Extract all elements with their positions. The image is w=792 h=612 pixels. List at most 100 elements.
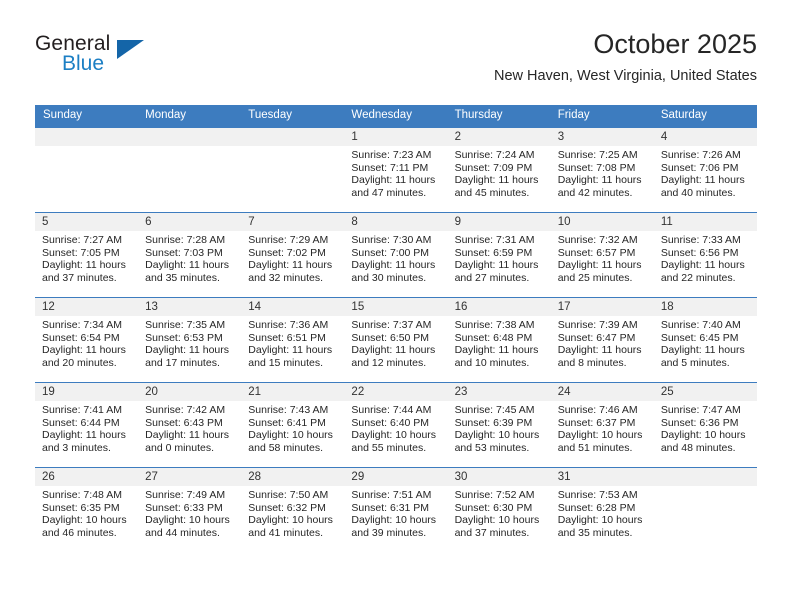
day-cell-content: 21 Sunrise: 7:43 AM Sunset: 6:41 PM Dayligh… xyxy=(241,383,345,467)
day-cell-content: 1 Sunrise: 7:23 AM Sunset: 7:11 PM Daylight… xyxy=(344,128,448,212)
daylight-text-line2: and 53 minutes. xyxy=(454,441,530,454)
calendar-day-cell[interactable]: 25 Sunrise: 7:47 AM Sunset: 6:36 PM Dayligh… xyxy=(653,382,757,468)
general-blue-logo[interactable]: General Blue xyxy=(35,32,195,88)
daylight-text-line2: and 3 minutes. xyxy=(42,441,111,454)
sunset-text: Sunset: 6:36 PM xyxy=(660,416,739,429)
day-number: 31 xyxy=(550,468,654,486)
calendar-day-cell[interactable]: 19 Sunrise: 7:41 AM Sunset: 6:44 PM Dayligh… xyxy=(35,382,139,468)
calendar-day-cell[interactable]: 2 Sunrise: 7:24 AM Sunset: 7:09 PM Daylight… xyxy=(447,127,551,213)
day-details: Sunrise: 7:24 AM Sunset: 7:09 PM Daylight:… xyxy=(448,146,551,199)
calendar-day-cell[interactable]: 9 Sunrise: 7:31 AM Sunset: 6:59 PM Daylight… xyxy=(447,212,551,298)
weekday-header-monday: Monday xyxy=(138,105,242,128)
sunrise-text: Sunrise: 7:24 AM xyxy=(454,149,535,161)
day-number: 29 xyxy=(344,468,448,486)
day-details: Sunrise: 7:43 AM Sunset: 6:41 PM Daylight:… xyxy=(241,401,344,454)
day-details: Sunrise: 7:33 AM Sunset: 6:56 PM Daylight:… xyxy=(654,231,757,284)
calendar-day-cell[interactable]: 27 Sunrise: 7:49 AM Sunset: 6:33 PM Dayligh… xyxy=(138,467,242,552)
sunrise-text: Sunrise: 7:28 AM xyxy=(145,234,226,246)
calendar-day-cell[interactable]: 18 Sunrise: 7:40 AM Sunset: 6:45 PM Dayligh… xyxy=(653,297,757,383)
daylight-text-line1: Daylight: 11 hours xyxy=(557,259,642,272)
day-number: 27 xyxy=(138,468,242,486)
daylight-text-line1: Daylight: 11 hours xyxy=(248,259,333,272)
calendar-day-cell[interactable]: 26 Sunrise: 7:48 AM Sunset: 6:35 PM Dayligh… xyxy=(35,467,139,552)
sunset-text: Sunset: 6:56 PM xyxy=(660,246,739,259)
calendar-day-cell[interactable]: 14 Sunrise: 7:36 AM Sunset: 6:51 PM Dayligh… xyxy=(241,297,345,383)
calendar-day-cell[interactable]: 11 Sunrise: 7:33 AM Sunset: 6:56 PM Dayligh… xyxy=(653,212,757,298)
calendar-day-cell[interactable]: 17 Sunrise: 7:39 AM Sunset: 6:47 PM Dayligh… xyxy=(550,297,654,383)
day-number xyxy=(653,468,757,486)
calendar-day-cell[interactable]: 21 Sunrise: 7:43 AM Sunset: 6:41 PM Dayligh… xyxy=(241,382,345,468)
daylight-text-line1: Daylight: 10 hours xyxy=(248,429,333,442)
day-cell-content: 9 Sunrise: 7:31 AM Sunset: 6:59 PM Daylight… xyxy=(447,213,551,297)
daylight-text-line1: Daylight: 11 hours xyxy=(660,174,745,187)
daylight-text-line1: Daylight: 10 hours xyxy=(351,514,437,527)
calendar-day-cell[interactable]: 13 Sunrise: 7:35 AM Sunset: 6:53 PM Dayligh… xyxy=(138,297,242,383)
daylight-text-line2: and 55 minutes. xyxy=(351,441,427,454)
sunset-text: Sunset: 6:43 PM xyxy=(145,416,223,429)
calendar-day-cell[interactable]: 10 Sunrise: 7:32 AM Sunset: 6:57 PM Dayligh… xyxy=(550,212,654,298)
sunrise-text: Sunrise: 7:48 AM xyxy=(42,489,122,501)
calendar-day-cell[interactable]: 28 Sunrise: 7:50 AM Sunset: 6:32 PM Dayligh… xyxy=(241,467,345,552)
day-number: 3 xyxy=(550,128,654,146)
day-number: 15 xyxy=(344,298,448,316)
day-details: Sunrise: 7:36 AM Sunset: 6:51 PM Daylight:… xyxy=(241,316,344,369)
daylight-text-line2: and 25 minutes. xyxy=(557,271,633,284)
calendar-day-cell[interactable]: 29 Sunrise: 7:51 AM Sunset: 6:31 PM Dayligh… xyxy=(344,467,448,552)
daylight-text-line2: and 48 minutes. xyxy=(660,441,736,454)
day-details: Sunrise: 7:28 AM Sunset: 7:03 PM Daylight:… xyxy=(138,231,241,284)
sunrise-text: Sunrise: 7:50 AM xyxy=(248,489,329,501)
calendar-day-cell[interactable]: 4 Sunrise: 7:26 AM Sunset: 7:06 PM Daylight… xyxy=(653,127,757,213)
daylight-text-line2: and 37 minutes. xyxy=(454,526,530,539)
calendar-day-cell[interactable]: 16 Sunrise: 7:38 AM Sunset: 6:48 PM Dayligh… xyxy=(447,297,551,383)
day-number: 23 xyxy=(447,383,551,401)
daylight-text-line2: and 30 minutes. xyxy=(351,271,427,284)
day-cell-content: 22 Sunrise: 7:44 AM Sunset: 6:40 PM Dayligh… xyxy=(344,383,448,467)
day-cell-content: 16 Sunrise: 7:38 AM Sunset: 6:48 PM Dayligh… xyxy=(447,298,551,382)
daylight-text-line1: Daylight: 11 hours xyxy=(557,174,642,187)
calendar-day-cell-empty xyxy=(138,127,242,213)
calendar-body: 1 Sunrise: 7:23 AM Sunset: 7:11 PM Daylight… xyxy=(35,127,757,552)
calendar-day-cell[interactable]: 20 Sunrise: 7:42 AM Sunset: 6:43 PM Dayligh… xyxy=(138,382,242,468)
day-details: Sunrise: 7:47 AM Sunset: 6:36 PM Daylight:… xyxy=(654,401,757,454)
day-details: Sunrise: 7:34 AM Sunset: 6:54 PM Daylight:… xyxy=(35,316,138,369)
calendar-day-cell[interactable]: 23 Sunrise: 7:45 AM Sunset: 6:39 PM Dayligh… xyxy=(447,382,551,468)
day-cell-content: 6 Sunrise: 7:28 AM Sunset: 7:03 PM Daylight… xyxy=(138,213,242,297)
day-details: Sunrise: 7:52 AM Sunset: 6:30 PM Daylight:… xyxy=(448,486,551,539)
day-number: 30 xyxy=(447,468,551,486)
calendar-day-cell[interactable]: 24 Sunrise: 7:46 AM Sunset: 6:37 PM Dayligh… xyxy=(550,382,654,468)
daylight-text-line2: and 40 minutes. xyxy=(660,186,736,199)
calendar-day-cell[interactable]: 8 Sunrise: 7:30 AM Sunset: 7:00 PM Daylight… xyxy=(344,212,448,298)
calendar-week-row: 1 Sunrise: 7:23 AM Sunset: 7:11 PM Daylight… xyxy=(35,127,757,213)
daylight-text-line2: and 47 minutes. xyxy=(351,186,427,199)
calendar-day-cell[interactable]: 30 Sunrise: 7:52 AM Sunset: 6:30 PM Dayligh… xyxy=(447,467,551,552)
daylight-text-line1: Daylight: 11 hours xyxy=(557,344,642,357)
daylight-text-line1: Daylight: 10 hours xyxy=(454,514,540,527)
calendar-day-cell[interactable]: 22 Sunrise: 7:44 AM Sunset: 6:40 PM Dayligh… xyxy=(344,382,448,468)
calendar-day-cell[interactable]: 3 Sunrise: 7:25 AM Sunset: 7:08 PM Daylight… xyxy=(550,127,654,213)
calendar-day-cell[interactable]: 12 Sunrise: 7:34 AM Sunset: 6:54 PM Dayligh… xyxy=(35,297,139,383)
calendar-day-cell[interactable]: 15 Sunrise: 7:37 AM Sunset: 6:50 PM Dayligh… xyxy=(344,297,448,383)
sunrise-text: Sunrise: 7:43 AM xyxy=(248,404,329,416)
sunset-text: Sunset: 6:53 PM xyxy=(145,331,223,344)
calendar-day-cell[interactable]: 7 Sunrise: 7:29 AM Sunset: 7:02 PM Daylight… xyxy=(241,212,345,298)
weekday-header-thursday: Thursday xyxy=(447,105,551,128)
daylight-text-line2: and 41 minutes. xyxy=(248,526,323,539)
blue-triangle-icon xyxy=(117,40,144,59)
calendar-day-cell[interactable]: 31 Sunrise: 7:53 AM Sunset: 6:28 PM Dayligh… xyxy=(550,467,654,552)
day-cell-content xyxy=(653,468,757,552)
day-number: 1 xyxy=(344,128,448,146)
calendar-header-row: Sunday Monday Tuesday Wednesday Thursday… xyxy=(35,105,757,128)
sunrise-text: Sunrise: 7:38 AM xyxy=(454,319,535,331)
day-number: 22 xyxy=(344,383,448,401)
calendar-day-cell[interactable]: 1 Sunrise: 7:23 AM Sunset: 7:11 PM Daylight… xyxy=(344,127,448,213)
calendar-day-cell[interactable]: 5 Sunrise: 7:27 AM Sunset: 7:05 PM Daylight… xyxy=(35,212,139,298)
day-cell-content: 11 Sunrise: 7:33 AM Sunset: 6:56 PM Dayligh… xyxy=(653,213,757,297)
day-cell-content xyxy=(35,128,139,212)
calendar-day-cell[interactable]: 6 Sunrise: 7:28 AM Sunset: 7:03 PM Daylight… xyxy=(138,212,242,298)
daylight-text-line1: Daylight: 11 hours xyxy=(454,174,539,187)
sunrise-text: Sunrise: 7:47 AM xyxy=(660,404,741,416)
day-cell-content: 7 Sunrise: 7:29 AM Sunset: 7:02 PM Daylight… xyxy=(241,213,345,297)
day-cell-content: 26 Sunrise: 7:48 AM Sunset: 6:35 PM Dayligh… xyxy=(35,468,139,552)
sunset-text: Sunset: 6:41 PM xyxy=(248,416,326,429)
day-details: Sunrise: 7:27 AM Sunset: 7:05 PM Daylight:… xyxy=(35,231,138,284)
